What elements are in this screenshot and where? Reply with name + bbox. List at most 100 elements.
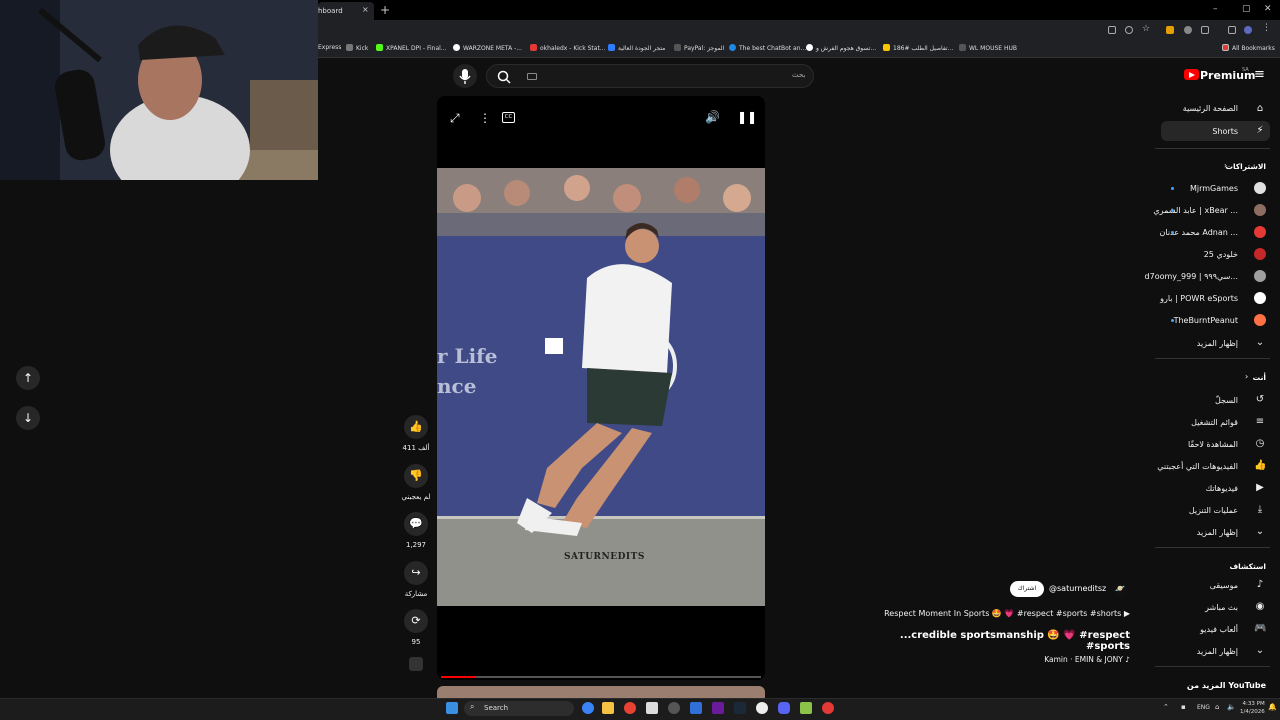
order-icon bbox=[883, 44, 890, 51]
minimize-icon[interactable]: – bbox=[1213, 4, 1218, 14]
home-icon: ⌂ bbox=[1256, 103, 1264, 114]
new-tab-icon[interactable]: + bbox=[380, 3, 390, 17]
youtube-logo-icon[interactable] bbox=[1184, 69, 1199, 80]
tab-close-icon[interactable]: × bbox=[362, 5, 369, 14]
share-button[interactable]: ↪ bbox=[404, 561, 428, 585]
sidebar-subscription-item[interactable]: TheBurntPeanut bbox=[1174, 316, 1266, 325]
previous-short-button[interactable]: ↑ bbox=[16, 366, 40, 390]
new-content-dot bbox=[1171, 187, 1174, 190]
extension-icon[interactable] bbox=[1166, 26, 1174, 34]
twitch-icon[interactable] bbox=[712, 702, 724, 714]
channel-avatar[interactable]: 🪐 bbox=[1112, 582, 1128, 596]
sidebar-section-explore: استكشاف bbox=[1229, 562, 1266, 571]
app-icon[interactable] bbox=[690, 702, 702, 714]
remix-button[interactable]: ⟳ bbox=[404, 609, 428, 633]
bookmark-item[interactable]: Kick bbox=[346, 44, 368, 52]
sidebar-section-more-from-youtube: المزيد من YouTube bbox=[1186, 681, 1266, 690]
bookmark-item[interactable]: متجر الجودة العالية bbox=[608, 44, 665, 52]
arrow-up-icon: ↑ bbox=[22, 371, 34, 385]
next-short-preview[interactable] bbox=[437, 686, 765, 698]
more-options-icon[interactable]: ⋮ bbox=[479, 111, 491, 125]
tray-app-icon[interactable]: ▪ bbox=[1181, 703, 1186, 711]
sidebar-subscription-item[interactable]: محمد عدنان Adnan ... bbox=[1160, 228, 1267, 237]
share-label: مشاركة bbox=[404, 590, 428, 598]
kickstats-icon bbox=[530, 44, 537, 51]
language-indicator[interactable]: ENG bbox=[1197, 704, 1210, 711]
sound-thumbnail[interactable] bbox=[409, 657, 423, 671]
bookmark-item[interactable]: XPANEL DPI - Final... bbox=[376, 44, 447, 52]
short-title[interactable]: ...credible sportsmanship 🤩 💗 #respect #… bbox=[880, 630, 1130, 652]
video-progress-bar[interactable] bbox=[441, 676, 761, 678]
bookmark-item[interactable]: WL MOUSE HUB bbox=[959, 44, 1017, 52]
maximize-icon[interactable]: ▢ bbox=[1242, 4, 1251, 14]
new-content-dot bbox=[1171, 231, 1174, 234]
close-window-icon[interactable]: ✕ bbox=[1264, 4, 1272, 14]
sidebar-subscription-item[interactable]: بارو | POWR eSports bbox=[1160, 294, 1266, 303]
captions-icon[interactable]: CC bbox=[502, 112, 515, 123]
profile-avatar[interactable] bbox=[1244, 26, 1252, 34]
notification-icon[interactable]: 🔔 bbox=[1268, 703, 1277, 711]
new-content-dot bbox=[1171, 209, 1174, 212]
settings-icon[interactable] bbox=[668, 702, 680, 714]
chevron-down-icon: ⌄ bbox=[1255, 337, 1265, 348]
bookmark-item[interactable]: تسوق هجوم الفرش و... bbox=[806, 44, 876, 52]
like-button[interactable]: 👍 bbox=[404, 415, 428, 439]
bookmark-item[interactable]: WARZONE META -... bbox=[453, 44, 522, 52]
steam-icon[interactable] bbox=[734, 702, 746, 714]
subscription-name: بارو | POWR eSports bbox=[1160, 294, 1238, 303]
windows-start-icon[interactable] bbox=[446, 702, 458, 714]
system-clock[interactable]: 4:33 PM 1/4/2026 bbox=[1240, 700, 1265, 716]
music-credit[interactable]: Kamin · EMIN & JONY ♪ bbox=[900, 655, 1130, 664]
dislike-button[interactable]: 👎 bbox=[404, 464, 428, 488]
sidebar-item[interactable]: الفيديوهات التي أعجبتني bbox=[1157, 462, 1266, 471]
sidebar-subscription-item[interactable]: d7oomy_999 | سي٩٩٩... bbox=[1145, 272, 1266, 281]
speaker-icon[interactable]: 🔈 bbox=[1227, 703, 1236, 711]
comments-button[interactable]: 💬 bbox=[404, 512, 428, 536]
sidepanel-icon[interactable] bbox=[1228, 26, 1236, 34]
install-icon[interactable] bbox=[1108, 26, 1116, 34]
hamburger-menu-icon[interactable]: ≡ bbox=[1254, 67, 1265, 82]
pause-icon[interactable]: ❚❚ bbox=[737, 110, 757, 124]
chrome-icon[interactable] bbox=[624, 702, 636, 714]
taskbar-search[interactable]: Search bbox=[464, 701, 574, 716]
app-icon[interactable] bbox=[800, 702, 812, 714]
video-frame[interactable]: r Life nce SATURNEDITS bbox=[437, 168, 765, 606]
short-description[interactable]: Respect Moment In Sports 🤩 💗 #respect #s… bbox=[880, 609, 1130, 618]
store-icon[interactable] bbox=[646, 702, 658, 714]
keyboard-icon[interactable] bbox=[527, 73, 537, 80]
subscribe-button[interactable]: اشتراك bbox=[1010, 581, 1044, 597]
voice-search-button[interactable] bbox=[453, 64, 477, 88]
sidebar-divider bbox=[1155, 358, 1270, 359]
playlist-icon: ≡ bbox=[1255, 416, 1265, 427]
sidebar-divider bbox=[1155, 148, 1270, 149]
record-icon[interactable] bbox=[822, 702, 834, 714]
sidebar-section-subscriptions[interactable]: الاشتراكات bbox=[1225, 162, 1266, 171]
discord-icon[interactable] bbox=[778, 702, 790, 714]
channel-name[interactable]: @saturneditsz bbox=[1049, 584, 1106, 593]
bookmark-item[interactable]: تفاصيل الطلب #186... bbox=[883, 44, 953, 52]
search-input[interactable] bbox=[486, 64, 814, 88]
bookmark-item[interactable]: okhaledx - Kick Stat... bbox=[530, 44, 606, 52]
zoom-icon[interactable] bbox=[1125, 26, 1133, 34]
sidebar-divider bbox=[1155, 547, 1270, 548]
bookmark-item[interactable]: Express bbox=[318, 44, 341, 51]
volume-icon[interactable]: 🔊 bbox=[705, 110, 720, 124]
next-short-button[interactable]: ↓ bbox=[16, 406, 40, 430]
network-icon[interactable]: ⌂ bbox=[1215, 703, 1219, 711]
extensions-puzzle-icon[interactable] bbox=[1201, 26, 1209, 34]
fullscreen-icon[interactable]: ⤢ bbox=[450, 111, 460, 126]
sidebar-section-you[interactable]: أنت bbox=[1253, 373, 1266, 382]
all-bookmarks[interactable]: All Bookmarks bbox=[1222, 44, 1275, 52]
tray-chevron-icon[interactable]: ⌃ bbox=[1163, 703, 1169, 711]
copilot-icon[interactable] bbox=[582, 702, 594, 714]
extension-icon[interactable] bbox=[1184, 26, 1192, 34]
bookmark-item[interactable]: PayPal: الموجز bbox=[674, 44, 724, 52]
app-icon[interactable] bbox=[756, 702, 768, 714]
star-icon[interactable]: ☆ bbox=[1142, 24, 1150, 34]
search-placeholder: بحث bbox=[792, 71, 806, 79]
menu-icon[interactable]: ⋮ bbox=[1262, 23, 1271, 33]
bookmark-item[interactable]: The best ChatBot an... bbox=[729, 44, 806, 52]
file-explorer-icon[interactable] bbox=[602, 702, 614, 714]
sidebar-item-label: الفيديوهات التي أعجبتني bbox=[1157, 462, 1238, 471]
sidebar-item-label: ألعاب فيديو bbox=[1200, 625, 1238, 634]
